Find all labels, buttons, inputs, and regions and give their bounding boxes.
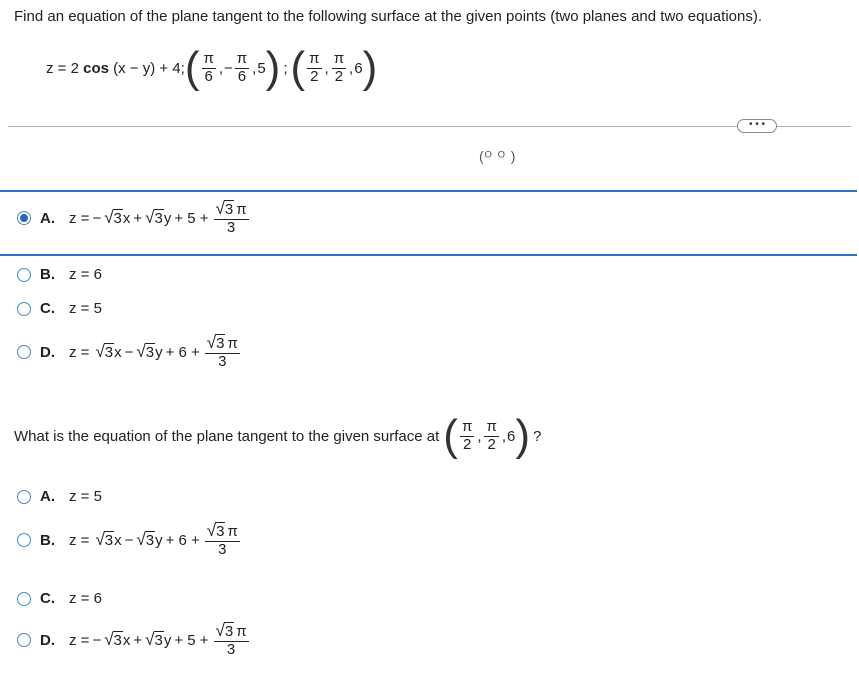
q2-option-d[interactable]: D. z = − √ 3 x + √ 3 y + 5 + √ 3 π 3 (17, 622, 251, 659)
radio-button[interactable] (17, 211, 31, 226)
q2-option-c[interactable]: C. z = 6 (17, 590, 102, 607)
instructions-text: Find an equation of the plane tangent to… (14, 8, 763, 25)
fraction-sqrt3-pi-over-3: √ 3 π 3 (213, 621, 249, 658)
question-mark: ? (533, 427, 542, 445)
surface-func: cos (83, 59, 109, 77)
sqrt-3: √ 3 (104, 207, 123, 227)
option-letter: B. (40, 266, 55, 283)
point-1: ( π6, − π6,5 ) (184, 43, 281, 92)
option-equation: z = − √ 3 x + √ 3 y + 5 + √ 3 π 3 (69, 199, 249, 236)
q2-option-a[interactable]: A. z = 5 (17, 488, 102, 505)
question-2-text: What is the equation of the plane tangen… (14, 427, 440, 445)
sqrt-3: √ 3 (206, 521, 226, 540)
radio-button[interactable] (17, 267, 31, 282)
more-options-button[interactable]: • • • (737, 119, 777, 133)
option-letter: C. (40, 300, 55, 317)
fraction-sqrt3-pi-over-3: √ 3 π 3 (204, 333, 240, 370)
sqrt-3: √ 3 (136, 529, 156, 549)
option-equation: z = 5 (69, 300, 102, 317)
divider (8, 126, 851, 127)
q1-option-d[interactable]: D. z = √ 3 x − √ 3 y + 6 + √ 3 π 3 (17, 334, 242, 371)
sqrt-3: √ 3 (145, 207, 164, 227)
sqrt-3: √ 3 (95, 529, 115, 549)
option-equation: z = 5 (69, 488, 102, 505)
sqrt-3: √ 3 (145, 629, 164, 649)
surface-lhs: z = 2 (46, 59, 79, 77)
sqrt-3: √ 3 (215, 199, 235, 218)
q1-option-b[interactable]: B. z = 6 (17, 266, 102, 283)
partial-render-artifact: (ᴼ ᴼ ) (479, 148, 517, 164)
radio-button[interactable] (17, 533, 31, 548)
option-equation: z = 6 (69, 266, 102, 283)
sqrt-3: √ 3 (136, 341, 156, 361)
q2-option-b[interactable]: B. z = √ 3 x − √ 3 y + 6 + √ 3 π 3 (17, 522, 242, 559)
point-2: ( π2, π2,6 ) (290, 43, 378, 92)
question-2-point: ( π2, π2,6 ) (443, 411, 531, 460)
sqrt-3: √ 3 (215, 621, 235, 640)
radio-button[interactable] (17, 633, 31, 648)
option-letter: C. (40, 590, 55, 607)
question-2-prompt: What is the equation of the plane tangen… (14, 414, 541, 458)
sqrt-3: √ 3 (206, 333, 226, 352)
option-letter: D. (40, 343, 55, 361)
option-equation: z = − √ 3 x + √ 3 y + 5 + √ 3 π 3 (69, 621, 249, 658)
q1-option-c[interactable]: C. z = 5 (17, 300, 102, 317)
option-letter: A. (40, 209, 55, 227)
option-equation: z = √ 3 x − √ 3 y + 6 + √ 3 π 3 (69, 521, 240, 558)
radio-button[interactable] (17, 345, 31, 360)
radio-button[interactable] (17, 489, 31, 504)
surface-equation: z = 2 cos (x − y) + 4; ( π6, − π6,5 ) ; … (46, 43, 378, 92)
sqrt-3: √ 3 (104, 629, 123, 649)
option-letter: A. (40, 488, 55, 505)
sqrt-3: √ 3 (95, 341, 115, 361)
fraction-sqrt3-pi-over-3: √ 3 π 3 (213, 199, 249, 236)
radio-button[interactable] (17, 591, 31, 606)
option-letter: B. (40, 531, 55, 549)
fraction-sqrt3-pi-over-3: √ 3 π 3 (204, 521, 240, 558)
option-equation: z = 6 (69, 590, 102, 607)
option-equation: z = √ 3 x − √ 3 y + 6 + √ 3 π 3 (69, 333, 240, 370)
surface-arg: (x − y) + 4; (113, 59, 185, 77)
option-letter: D. (40, 631, 55, 649)
q1-option-a[interactable]: A. z = − √ 3 x + √ 3 y + 5 + √ 3 π 3 (17, 200, 251, 237)
radio-button[interactable] (17, 301, 31, 316)
